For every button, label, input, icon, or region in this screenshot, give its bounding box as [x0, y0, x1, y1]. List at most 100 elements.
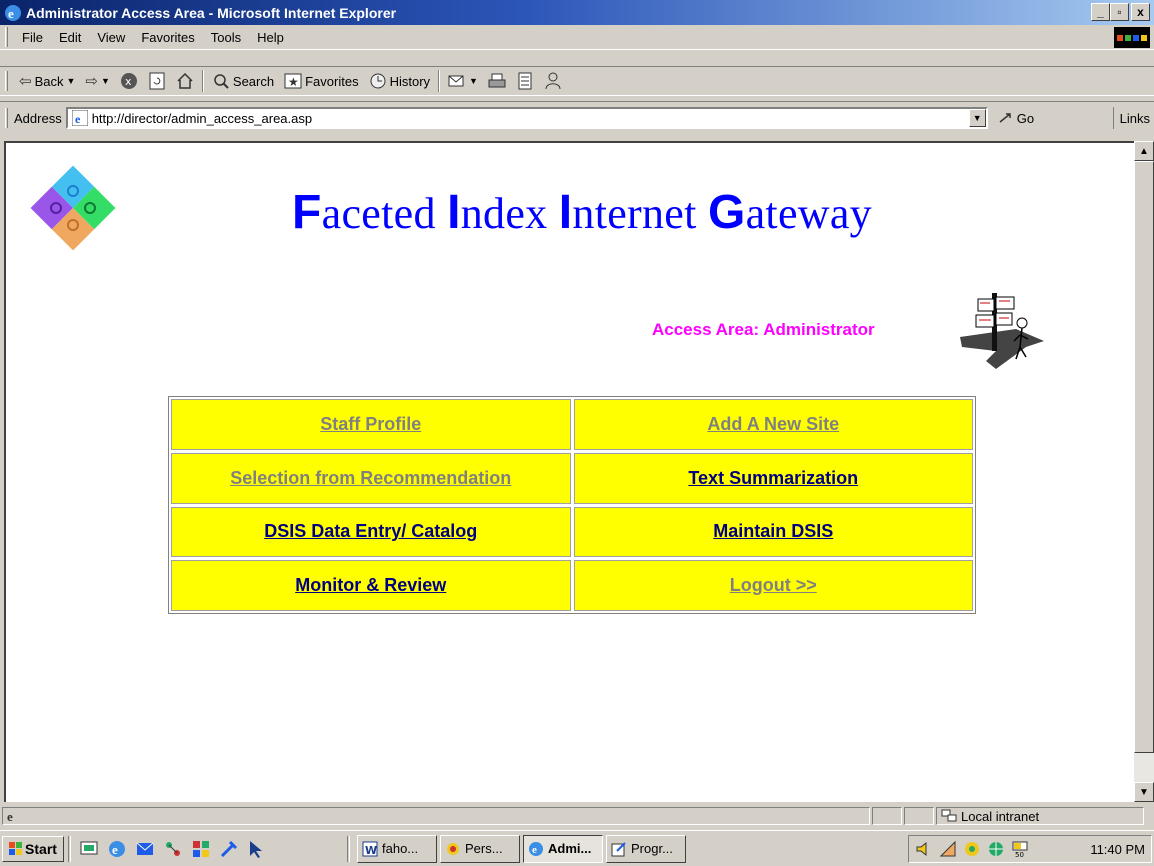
status-pane [904, 807, 934, 825]
search-button[interactable]: Search [207, 72, 279, 90]
dsis-data-entry-link[interactable]: DSIS Data Entry/ Catalog [264, 521, 477, 542]
address-url: http://director/admin_access_area.asp [91, 110, 313, 126]
maximize-button[interactable]: ▫ [1110, 3, 1129, 21]
access-area-label: Access Area: Administrator [652, 320, 875, 339]
forward-arrow-icon: ⇨ [85, 73, 98, 90]
messenger-people-icon [545, 72, 561, 90]
menu-view[interactable]: View [89, 30, 133, 45]
history-button[interactable]: History [364, 72, 435, 90]
menu-cell: Selection from Recommendation [171, 452, 571, 504]
vertical-scrollbar[interactable]: ▲ ▼ [1134, 141, 1154, 802]
taskbar-divider [347, 835, 350, 862]
scroll-down-button[interactable]: ▼ [1134, 782, 1154, 802]
scroll-up-button[interactable]: ▲ [1134, 141, 1154, 161]
battery-icon[interactable]: 50 [1011, 840, 1031, 858]
logout-link[interactable]: Logout >> [730, 575, 817, 596]
menu-bar: File Edit View Favorites Tools Help [0, 25, 1154, 50]
menu-tools[interactable]: Tools [203, 30, 249, 45]
dropdown-arrow-icon: ▼ [469, 76, 478, 86]
minimize-button[interactable]: _ [1091, 3, 1110, 21]
menu-favorites[interactable]: Favorites [133, 30, 202, 45]
signpost-clipart [960, 293, 1044, 369]
menu-edit[interactable]: Edit [51, 30, 89, 45]
network-icon[interactable] [163, 839, 183, 859]
menu-cell: Staff Profile [171, 399, 571, 450]
tray-persona-icon[interactable] [963, 840, 981, 858]
network-globe-icon[interactable] [987, 840, 1005, 858]
search-icon [214, 74, 229, 89]
menu-cell: DSIS Data Entry/ Catalog [171, 506, 571, 558]
add-new-site-link[interactable]: Add A New Site [707, 414, 839, 435]
taskbar: Start e W faho... Pers... e Admi... Prog… [0, 830, 1154, 866]
zone-label: Local intranet [961, 808, 1040, 824]
task-word[interactable]: W faho... [357, 834, 437, 863]
tray-app-icon[interactable] [939, 840, 957, 858]
favorites-star-icon: ★ [284, 73, 302, 89]
text-summarization-link[interactable]: Text Summarization [688, 468, 858, 489]
toolbar-grip[interactable] [5, 27, 8, 47]
cursor-icon[interactable] [247, 839, 267, 859]
svg-text:e: e [532, 844, 537, 856]
go-button[interactable]: Go [998, 110, 1034, 126]
persona-icon [447, 842, 459, 855]
refresh-button[interactable] [143, 72, 171, 90]
menu-help[interactable]: Help [249, 30, 292, 45]
toolbar-separator [438, 70, 441, 92]
volume-icon[interactable] [915, 840, 933, 858]
address-input[interactable]: e http://director/admin_access_area.asp … [65, 107, 988, 129]
page-viewport: Faceted Index Internet Gateway Access Ar… [4, 141, 1134, 802]
system-tray: 50 11:40 PM [908, 835, 1152, 863]
close-button[interactable]: x [1131, 3, 1150, 21]
admin-menu-table: Staff Profile Add A New Site Selection f… [168, 396, 976, 614]
mail-button[interactable]: ▼ [443, 72, 483, 90]
address-bar: Address e http://director/admin_access_a… [0, 101, 1154, 134]
show-desktop-icon[interactable] [79, 839, 99, 859]
selection-from-recommendation-link[interactable]: Selection from Recommendation [230, 468, 511, 489]
word-icon: W [362, 841, 378, 857]
staff-profile-link[interactable]: Staff Profile [320, 414, 421, 435]
print-button[interactable] [483, 72, 511, 90]
task-program[interactable]: Progr... [606, 834, 686, 863]
dropdown-arrow-icon: ▼ [66, 76, 76, 86]
window-title-bar[interactable]: e Administrator Access Area - Microsoft … [0, 0, 1154, 25]
menu-cell: Maintain DSIS [573, 506, 973, 558]
menu-file[interactable]: File [14, 30, 51, 45]
toolbar-grip[interactable] [5, 71, 8, 91]
svg-text:★: ★ [288, 75, 299, 89]
forward-button[interactable]: ⇨ ▼ [80, 72, 115, 90]
task-persona[interactable]: Pers... [440, 834, 520, 863]
ie-quicklaunch-icon[interactable]: e [107, 839, 127, 859]
task-internet-explorer[interactable]: e Admi... [523, 834, 603, 863]
home-button[interactable] [171, 72, 199, 90]
windows-flag-icon [9, 842, 23, 855]
local-intranet-icon [941, 809, 957, 822]
toolbar-grip[interactable] [5, 108, 8, 128]
outlook-icon[interactable] [135, 839, 155, 859]
favorites-button[interactable]: ★ Favorites [279, 72, 363, 90]
site-title: Faceted Index Internet Gateway [292, 186, 872, 239]
edit-button[interactable] [511, 72, 539, 90]
program-icon [611, 841, 626, 856]
tools-icon[interactable] [219, 839, 239, 859]
maintain-dsis-link[interactable]: Maintain DSIS [713, 521, 833, 542]
app-grid-icon[interactable] [191, 839, 211, 859]
ie-page-icon: e [71, 110, 88, 126]
back-button[interactable]: ⇦ Back ▼ [14, 72, 80, 90]
menu-cell: Text Summarization [573, 452, 973, 504]
edit-page-icon [518, 72, 532, 90]
scroll-thumb[interactable] [1134, 161, 1154, 753]
discuss-button[interactable] [539, 72, 567, 90]
dropdown-arrow-icon: ▼ [100, 76, 110, 86]
fiig-logo [30, 165, 116, 251]
windows-flag-icon [1114, 27, 1150, 48]
mail-icon [448, 75, 464, 87]
start-button[interactable]: Start [2, 835, 64, 862]
go-arrow-icon [999, 113, 1011, 123]
clock[interactable]: 11:40 PM [1090, 842, 1145, 857]
status-text-pane: e [2, 807, 870, 825]
address-dropdown-button[interactable]: ▼ [968, 109, 986, 127]
monitor-review-link[interactable]: Monitor & Review [295, 575, 446, 596]
links-toolbar[interactable]: Links [1112, 107, 1150, 129]
stop-button[interactable]: x [115, 72, 143, 90]
status-pane [872, 807, 902, 825]
